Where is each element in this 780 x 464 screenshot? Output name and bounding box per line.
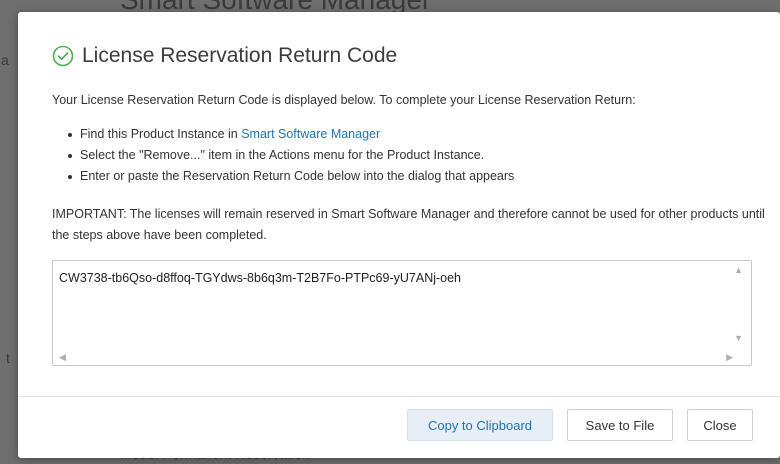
steps-list: Find this Product Instance in Smart Soft… xyxy=(67,124,514,187)
dialog-footer: Copy to Clipboard Save to File Close xyxy=(18,396,780,459)
list-item: Select the "Remove..." item in the Actio… xyxy=(67,145,514,166)
horizontal-scrollbar[interactable] xyxy=(53,349,751,365)
dialog-header: License Reservation Return Code xyxy=(52,44,397,68)
scroll-up-icon[interactable]: ▲ xyxy=(734,265,743,275)
list-item: Enter or paste the Reservation Return Co… xyxy=(67,166,514,187)
important-notice: IMPORTANT: The licenses will remain rese… xyxy=(52,207,765,242)
list-item: Find this Product Instance in Smart Soft… xyxy=(67,124,514,145)
scroll-left-icon[interactable]: ◀ xyxy=(59,352,66,362)
save-to-file-button[interactable]: Save to File xyxy=(567,409,673,441)
return-code-textarea[interactable]: CW3738-tb6Qso-d8ffoq-TGYdws-8b6q3m-T2B7F… xyxy=(52,260,752,366)
return-code-dialog: License Reservation Return Code Your Lic… xyxy=(18,12,780,458)
copy-to-clipboard-button[interactable]: Copy to Clipboard xyxy=(407,409,553,441)
dialog-title: License Reservation Return Code xyxy=(82,44,398,67)
close-button[interactable]: Close xyxy=(687,409,753,441)
backdrop-side-text: t xyxy=(6,350,10,366)
scroll-down-icon[interactable]: ▼ xyxy=(734,333,743,343)
smart-software-manager-link[interactable]: Smart Software Manager xyxy=(241,127,380,141)
backdrop-side-text: a xyxy=(1,52,9,68)
scroll-right-icon[interactable]: ▶ xyxy=(726,352,733,362)
intro-text: Your License Reservation Return Code is … xyxy=(52,93,636,107)
return-code-value: CW3738-tb6Qso-d8ffoq-TGYdws-8b6q3m-T2B7F… xyxy=(59,271,462,285)
check-circle-icon xyxy=(52,45,74,67)
step-text: Find this Product Instance in xyxy=(80,127,242,141)
